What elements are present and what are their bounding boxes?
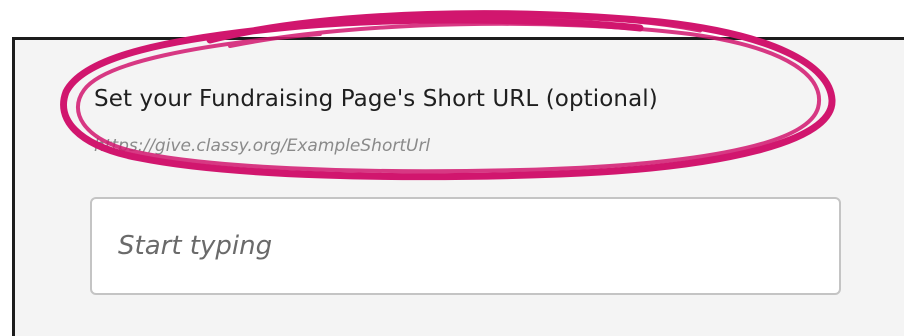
short-url-example-hint: https://give.classy.org/ExampleShortUrl [94, 136, 431, 156]
short-url-input[interactable] [90, 197, 841, 295]
short-url-label: Set your Fundraising Page's Short URL (o… [94, 86, 658, 112]
